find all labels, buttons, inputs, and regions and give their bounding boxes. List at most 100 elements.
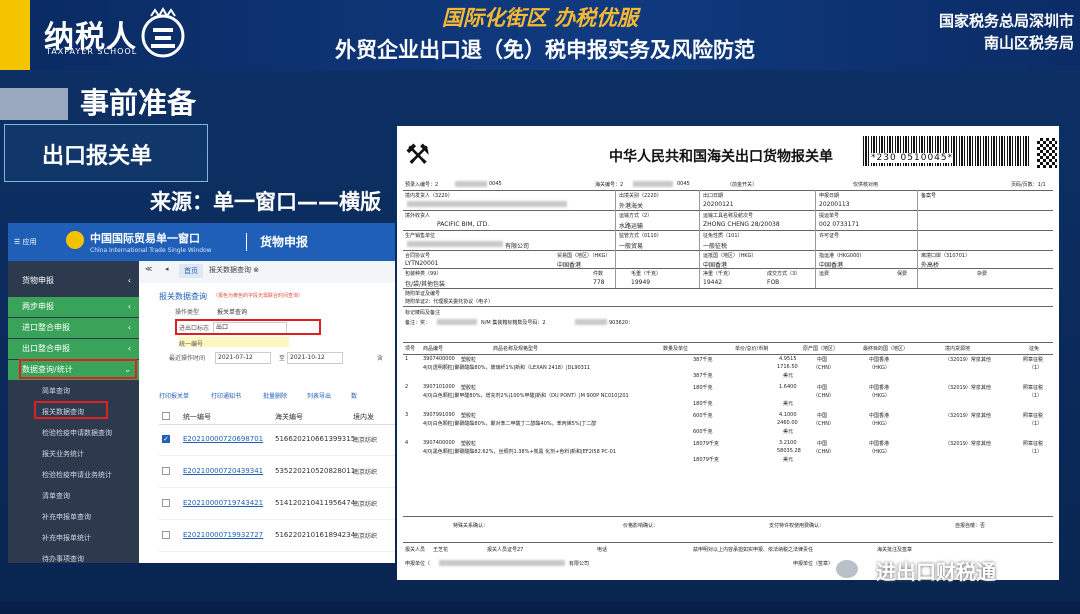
include-radio[interactable]: 含 bbox=[377, 353, 383, 362]
misc-label: 杂费 bbox=[977, 271, 988, 277]
col-price: 单价/总价/币制 bbox=[735, 346, 769, 352]
sidebar-item-inspection-query[interactable]: 检验检疫申请数据查询 bbox=[8, 423, 139, 443]
table-row[interactable]: ✓ E20210000720698701 516620210661399315 … bbox=[159, 425, 395, 456]
customs-no: 海关编号：2 bbox=[595, 182, 624, 188]
levy-label: 征免性质（101） bbox=[703, 233, 743, 239]
gross-weight-value: 19949 bbox=[631, 279, 651, 286]
table-row[interactable]: E20210000719743421 514120210411956474 南京… bbox=[159, 489, 395, 520]
row-unified-no-link[interactable]: E20210000719932727 bbox=[183, 531, 263, 539]
sidebar-item-export-integrated[interactable]: 出口整合申报 ‹ bbox=[8, 339, 139, 359]
print-notice-button[interactable]: 打印通知书 bbox=[211, 391, 241, 400]
record-no-label: 备案号 bbox=[921, 193, 937, 199]
row-checkbox[interactable]: ✓ bbox=[162, 435, 170, 443]
item-origin: 中国 bbox=[817, 413, 828, 419]
sidebar-item-supplement-query[interactable]: 补充申报单查询 bbox=[8, 507, 139, 527]
query-panel: 报关数据查询 （报色为黄色的字段无需联合时间查询） 操作类型 报关单查询 进出口… bbox=[139, 283, 395, 563]
export-list-button[interactable]: 列表导出 bbox=[307, 391, 331, 400]
sidebar-item-todo-query[interactable]: 待办事项查询 bbox=[8, 549, 139, 563]
batch-delete-button[interactable]: 批量删除 bbox=[263, 391, 287, 400]
item-spec: 4|0|黑色颗粒|聚碳酸酯82.62%，丝绸剂1.38%+炭黑 化剂+色料|新和… bbox=[423, 449, 617, 455]
module-title: 货物申报 bbox=[260, 235, 309, 249]
date-from-input[interactable]: 2021-07-12 bbox=[215, 352, 271, 364]
sidebar-item-goods-declaration[interactable]: 货物申报 ‹ bbox=[8, 269, 139, 293]
decl-date-value: 20200113 bbox=[819, 201, 850, 208]
tab-bar: ≪ ◂ 首页 报关数据查询 ⊗ bbox=[139, 261, 395, 284]
item-dest-code: （HKG） bbox=[869, 449, 890, 455]
row-unified-no-link[interactable]: E20210000719743421 bbox=[183, 499, 263, 507]
col-quantity: 数量及单位 bbox=[663, 346, 689, 352]
contract-value: LYTN20001 bbox=[405, 260, 439, 267]
item-levy-no: （1） bbox=[1029, 421, 1043, 427]
item-origin-code: （CHN） bbox=[813, 421, 834, 427]
item-dest: 中国香港 bbox=[869, 441, 890, 447]
sidebar-item-import-integrated[interactable]: 进口整合申报 ‹ bbox=[8, 318, 139, 338]
item-hs-code: 3907400000 bbox=[423, 440, 455, 446]
item-origin: 中国 bbox=[817, 441, 828, 447]
export-date-label: 出口日期 bbox=[703, 193, 724, 199]
item-no: 4 bbox=[405, 440, 409, 446]
sidebar-item-simple-query[interactable]: 简单查询 bbox=[8, 381, 139, 401]
taxpayer-school-logo-icon bbox=[141, 6, 185, 58]
tab-nav-back-icon[interactable]: ≪ bbox=[145, 265, 152, 273]
customs-declaration-form: ⚒ 中华人民共和国海关出口货物报关单 *230 0510045* 预录入编号：2… bbox=[397, 126, 1059, 580]
special-relation-label: 特殊关系确认： bbox=[453, 523, 489, 529]
redacted-area bbox=[439, 560, 565, 566]
sidebar-item-supplement-stats[interactable]: 补充申报单统计 bbox=[8, 528, 139, 548]
remark-mid: N/M 集装箱标箱数及号码：2 bbox=[481, 320, 546, 326]
highlight-box-declaration-query bbox=[34, 401, 108, 419]
customs-note-label: 海关批注及签章 bbox=[877, 547, 913, 553]
exit-port-label: 出境关别（2220） bbox=[619, 193, 662, 199]
organization-line-1: 国家税务总局深圳市 bbox=[938, 12, 1074, 30]
row-unified-no-link[interactable]: E20210000720698701 bbox=[183, 435, 263, 443]
subtitle: 出口报关单 bbox=[42, 144, 153, 169]
form-rule bbox=[403, 354, 1053, 355]
item-qty-2: 387千克 bbox=[693, 373, 713, 379]
sidebar-item-inspection-stats[interactable]: 检验检疫申请业务统计 bbox=[8, 465, 139, 485]
sidebar-item-declaration-stats[interactable]: 报关业务统计 bbox=[8, 444, 139, 464]
query-title: 报关数据查询 bbox=[159, 292, 207, 301]
vessel-value: ZHONG CHENG 28/20038 bbox=[703, 221, 780, 228]
package-label: 包装种类（99） bbox=[405, 271, 442, 277]
sidebar-item-two-step[interactable]: 两步申报 ‹ bbox=[8, 297, 139, 317]
date-to-input[interactable]: 2021-10-12 bbox=[287, 352, 343, 364]
item-dest: 中国香港 bbox=[869, 413, 890, 419]
net-weight-value: 19442 bbox=[703, 279, 723, 286]
package-value: 包/袋/其他包装 bbox=[405, 281, 446, 288]
row-unified-no-link[interactable]: E20210000720439341 bbox=[183, 467, 263, 475]
supervision-label: 监管方式（0110） bbox=[619, 233, 662, 239]
tab-home[interactable]: 首页 bbox=[179, 264, 203, 278]
row-customs-no: 516620210661399315 bbox=[275, 435, 356, 443]
gross-weight-label: 毛重（千克） bbox=[631, 271, 662, 277]
item-spec: 4|0|透明颗粒|聚碳酸酯80%，玻璃纤1%|新和（LEXAN 2418）|DL… bbox=[423, 365, 591, 371]
redacted-area bbox=[575, 319, 607, 325]
producer-value-tail: 有限公司 bbox=[505, 243, 530, 250]
tab-nav-prev-icon[interactable]: ◂ bbox=[165, 265, 169, 273]
row-consignor: 南京纺织 bbox=[353, 469, 378, 476]
app-menu-button[interactable]: ☰ 应用 bbox=[14, 237, 37, 247]
row-checkbox[interactable] bbox=[162, 467, 170, 475]
chevron-icon: ‹ bbox=[127, 323, 131, 332]
item-source: （32019）常泉其他 bbox=[945, 441, 991, 447]
table-row[interactable]: E20210000720439341 535220210520828011 南京… bbox=[159, 457, 395, 488]
item-levy-no: （1） bbox=[1029, 365, 1043, 371]
more-button[interactable]: 数 bbox=[351, 391, 357, 400]
table-row[interactable]: E20210000719932727 516220210161894234 南京… bbox=[159, 521, 395, 552]
print-declaration-button[interactable]: 打印报关单 bbox=[159, 391, 189, 400]
row-checkbox[interactable] bbox=[162, 531, 170, 539]
sidebar-item-list-query[interactable]: 清单查询 bbox=[8, 486, 139, 506]
supervision-value: 一般贸易 bbox=[619, 243, 644, 250]
declarant-name: 王芝花 bbox=[433, 547, 449, 553]
item-price: 4.9515 bbox=[779, 356, 797, 362]
row-checkbox[interactable] bbox=[162, 499, 170, 507]
op-type-select[interactable]: 报关单查询 bbox=[217, 307, 247, 316]
wechat-watermark: 进出口财税通 bbox=[836, 556, 1060, 584]
select-all-checkbox[interactable] bbox=[162, 412, 170, 420]
row-customs-no: 535220210520828011 bbox=[275, 467, 356, 475]
contract-label: 合同协议号 bbox=[405, 253, 431, 259]
tab-declaration-query[interactable]: 报关数据查询 ⊗ bbox=[209, 265, 259, 275]
item-dest: 中国香港 bbox=[869, 385, 890, 391]
single-window-screenshot: ☰ 应用 中国国际贸易单一窗口 China International Trad… bbox=[8, 223, 395, 563]
watermark-text: 进出口财税通 bbox=[876, 560, 996, 584]
print-note: 仅供核对用 bbox=[853, 182, 879, 188]
decl-unit-label: 申报单位（ bbox=[405, 561, 431, 567]
